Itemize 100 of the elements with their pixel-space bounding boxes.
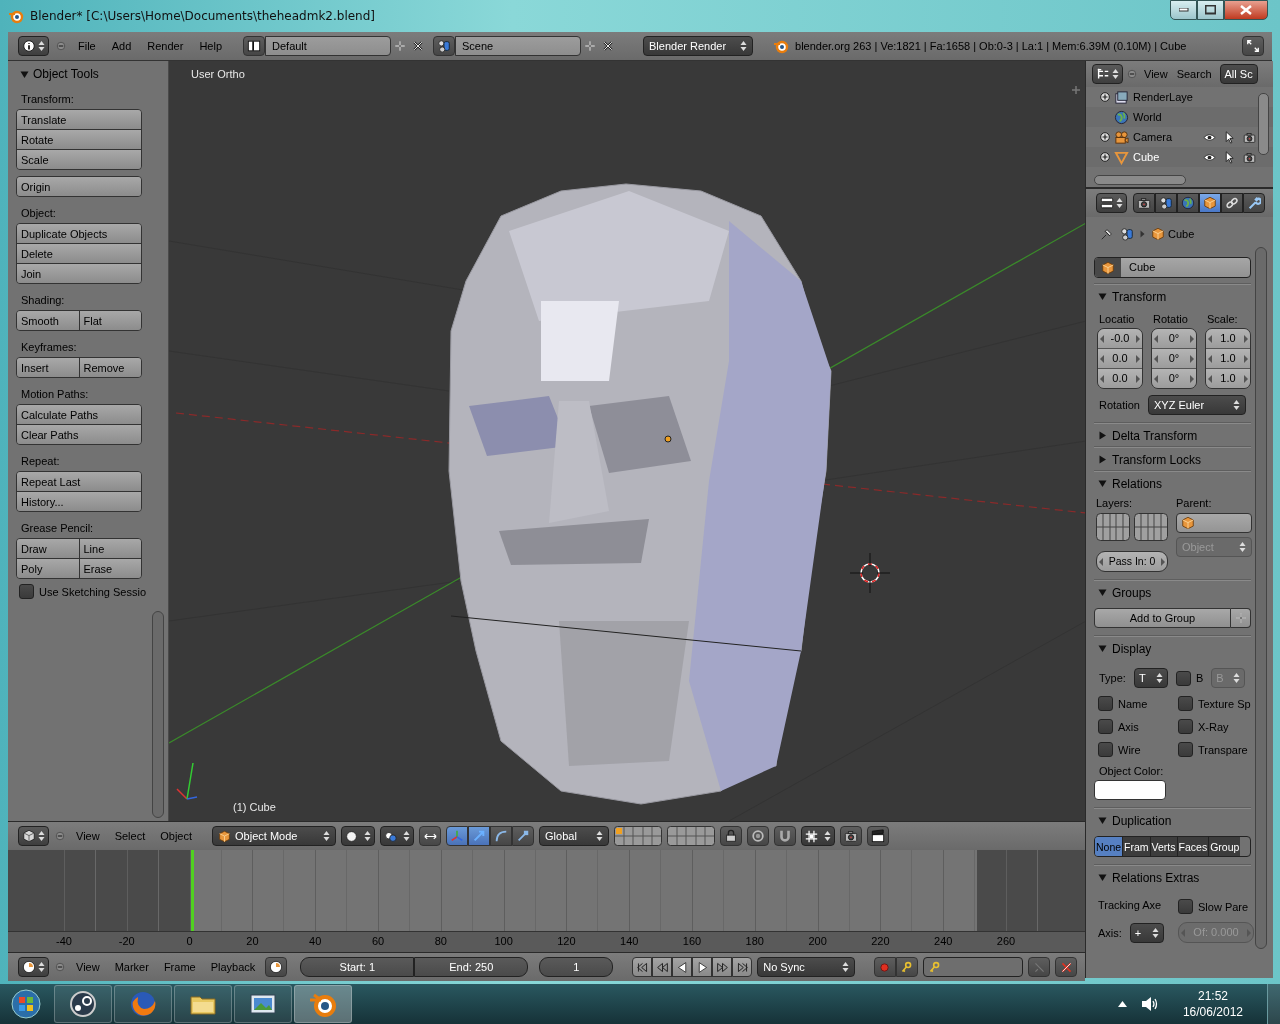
layer-grid[interactable] [614,826,663,846]
menu-item[interactable]: Object [155,830,198,842]
taskbar-app-button[interactable] [174,985,232,1023]
tool-button[interactable]: Repeat Last [17,472,141,491]
checkbox-label[interactable]: Slow Pare [1198,900,1249,913]
expand-icon[interactable] [1100,92,1110,102]
close-button[interactable] [1224,0,1268,20]
number-field[interactable]: 0° [1152,329,1196,348]
tool-button[interactable]: Calculate Paths [17,405,141,424]
fullscreen-button[interactable] [1242,36,1264,56]
checkbox[interactable] [19,584,34,599]
jump-to-end-button[interactable] [732,957,753,977]
draw-type-dropdown[interactable]: T [1133,668,1168,688]
panel-title[interactable]: Delta Transform [1112,428,1198,443]
collapse-triangle-icon[interactable] [1098,873,1107,882]
checkbox-label[interactable]: Use Sketching Sessio [39,585,146,598]
outliner-item[interactable]: Cube [1133,151,1181,163]
menu-item[interactable]: Add [106,40,137,52]
start-frame-field[interactable]: Start: 1 [300,957,415,977]
3d-cursor-icon[interactable] [849,552,891,594]
scrollbar[interactable] [152,611,164,818]
tool-button[interactable]: Poly [17,559,79,578]
axis-dropdown[interactable]: + [1129,922,1164,943]
snap-element-dropdown[interactable] [801,826,836,846]
tool-button[interactable]: Clear Paths [17,425,141,444]
current-frame-field[interactable]: 1 [539,957,614,977]
insert-keyframe-button[interactable] [1028,957,1050,977]
keying-button[interactable] [895,957,918,977]
tool-button[interactable]: Erase [78,559,141,578]
manipulator-button[interactable] [446,826,469,846]
add-to-group-button[interactable]: Add to Group [1094,608,1231,628]
panel-title[interactable]: Object Tools [33,67,99,81]
panel-title[interactable]: Transform [1112,289,1167,304]
show-desktop-button[interactable] [1267,984,1280,1024]
panel-title[interactable]: Duplication [1112,813,1172,828]
orientation-dropdown[interactable]: Global [539,826,610,846]
properties-tab[interactable] [1221,193,1243,213]
snap-button[interactable] [774,826,797,846]
number-field[interactable]: 1.0 [1206,329,1250,348]
outliner-row[interactable]: World [1086,107,1273,127]
taskbar-app-button[interactable] [54,985,112,1023]
checkbox[interactable] [1098,742,1113,757]
object-name-field[interactable]: Cube [1094,257,1251,278]
tool-button[interactable]: Remove [78,358,141,377]
panel-title[interactable]: Relations [1112,476,1163,491]
number-field[interactable]: 0.0 [1098,368,1142,388]
next-keyframe-button[interactable] [712,957,733,977]
menu-item[interactable]: Marker [109,961,154,973]
tool-button[interactable]: Scale [17,150,141,169]
taskbar-app-button[interactable] [234,985,292,1023]
scene-button[interactable] [433,36,455,56]
editor-type-button[interactable] [18,826,49,846]
properties-tab[interactable] [1199,193,1221,213]
tool-button[interactable]: Translate [17,110,141,129]
checkbox-label[interactable]: Axis [1118,720,1139,733]
screen-layout-field[interactable]: Default [265,36,391,56]
render-animation-button[interactable] [867,826,890,846]
collapse-triangle-icon[interactable] [1098,644,1107,653]
manipulator-toggle[interactable] [419,826,442,846]
checkbox-label[interactable]: Wire [1118,743,1141,756]
translate-manipulator-button[interactable] [468,826,491,846]
taskbar-clock[interactable]: 21:52 16/06/2012 [1172,988,1253,1020]
maximize-button[interactable] [1197,0,1224,20]
end-frame-field[interactable]: End: 250 [414,957,529,977]
layer-grid[interactable] [667,826,716,846]
checkbox[interactable] [1175,670,1191,686]
checkbox-label[interactable]: Name [1118,697,1148,710]
number-field[interactable]: 0.0 [1098,348,1142,368]
layer-grid[interactable] [1134,513,1168,541]
properties-tab[interactable] [1243,193,1265,213]
rotate-manipulator-button[interactable] [490,826,513,846]
pivot-dropdown[interactable] [380,826,415,846]
number-field[interactable]: 1.0 [1206,368,1250,388]
play-button[interactable] [692,957,713,977]
checkbox[interactable] [1178,899,1193,914]
menu-item[interactable]: View [1141,68,1171,80]
tool-button[interactable]: Smooth [17,311,79,330]
tool-button[interactable]: History... [17,492,141,511]
preview-range-button[interactable] [265,957,288,977]
properties-tab[interactable] [1155,193,1177,213]
editor-type-button[interactable] [1096,193,1127,213]
outliner-row[interactable]: Cube [1086,147,1273,167]
tool-button[interactable]: Delete [17,244,141,263]
checkbox-label[interactable]: Texture Sp [1198,697,1251,710]
scale-manipulator-button[interactable] [512,826,535,846]
panel-title[interactable]: Relations Extras [1112,870,1200,885]
render-button[interactable] [840,826,863,846]
tool-button[interactable]: Insert [17,358,79,377]
duplication-option[interactable]: Faces [1176,837,1209,856]
parent-field[interactable] [1176,513,1252,533]
duplication-option[interactable]: None [1095,837,1123,856]
expand-triangle-icon[interactable] [1098,431,1107,440]
add-button[interactable] [1231,608,1251,628]
jump-to-start-button[interactable] [632,957,653,977]
mode-dropdown[interactable]: Object Mode [212,826,337,846]
outliner-item[interactable]: Camera [1133,131,1181,143]
editor-type-button[interactable] [1092,64,1123,84]
menu-item[interactable]: Select [109,830,151,842]
checkbox-label[interactable]: X-Ray [1198,720,1229,733]
number-field[interactable]: -0.0 [1098,329,1142,348]
